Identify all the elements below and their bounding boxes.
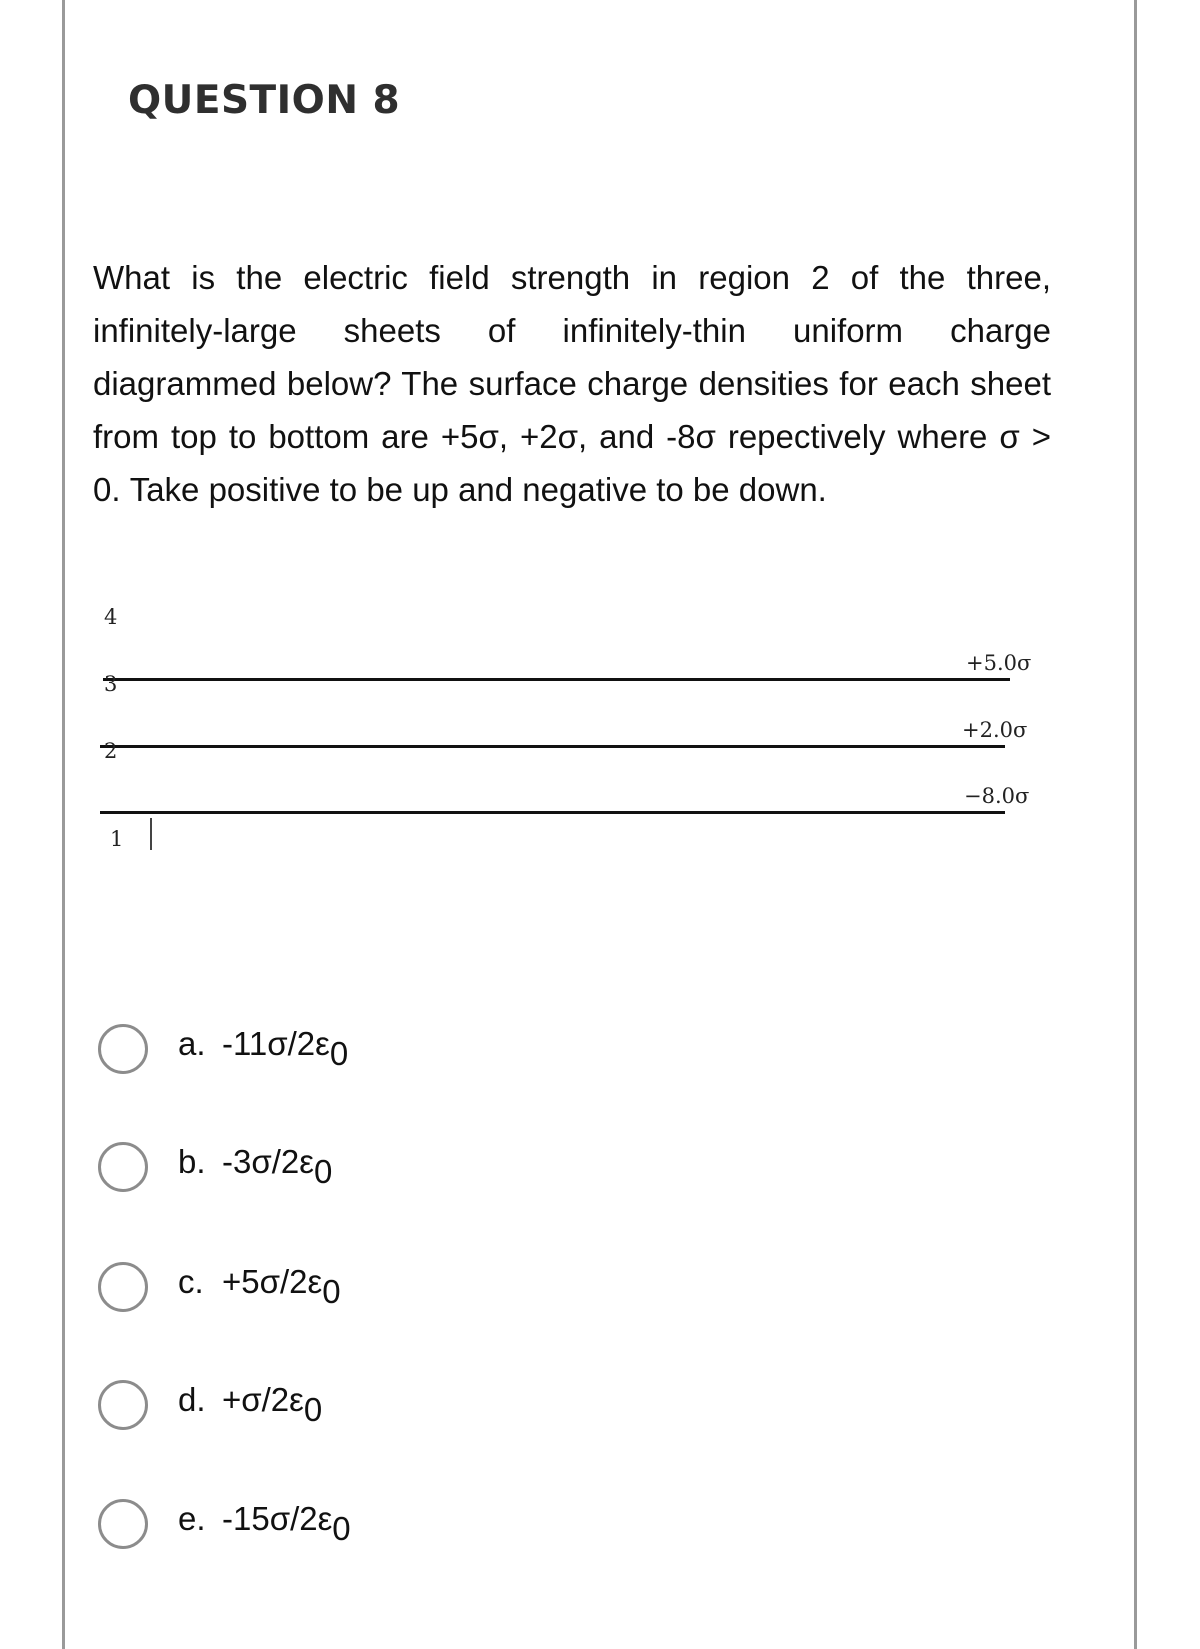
radio-button-a[interactable]: [98, 1024, 148, 1074]
sheet-line-top: [103, 678, 1010, 681]
sheet-charge-label-middle: +2.0σ: [962, 718, 1028, 742]
question-text: What is the electric field strength in r…: [93, 259, 1051, 508]
answer-option-a[interactable]: a. -11σ/2ε0: [98, 1021, 348, 1077]
region-label-4: 4: [104, 605, 118, 629]
answer-option-e[interactable]: e. -15σ/2ε0: [98, 1496, 351, 1552]
option-text-a: a. -11σ/2ε0: [178, 1025, 349, 1072]
radio-button-e[interactable]: [98, 1499, 148, 1549]
radio-button-c[interactable]: [98, 1262, 148, 1312]
sheet-line-bottom: [100, 811, 1005, 814]
sheet-charge-label-bottom: −8.0σ: [964, 784, 1030, 808]
sheet-line-middle: [100, 745, 1005, 748]
option-text-d: d. +σ/2ε0: [178, 1381, 323, 1428]
radio-button-b[interactable]: [98, 1142, 148, 1192]
sheet-charge-label-top: +5.0σ: [966, 651, 1032, 675]
option-text-c: c. +5σ/2ε0: [178, 1263, 341, 1310]
answer-option-d[interactable]: d. +σ/2ε0: [98, 1377, 322, 1433]
region-label-3: 3: [104, 672, 118, 696]
option-text-e: e. -15σ/2ε0: [178, 1500, 351, 1547]
region-label-2: 2: [104, 739, 118, 763]
option-text-b: b. -3σ/2ε0: [178, 1143, 333, 1190]
radio-button-d[interactable]: [98, 1380, 148, 1430]
answer-option-c[interactable]: c. +5σ/2ε0: [98, 1259, 341, 1315]
question-title: QUESTION 8: [128, 78, 401, 123]
region-1-marker: [150, 818, 152, 850]
answer-option-b[interactable]: b. -3σ/2ε0: [98, 1139, 332, 1195]
region-label-1: 1: [110, 827, 124, 851]
